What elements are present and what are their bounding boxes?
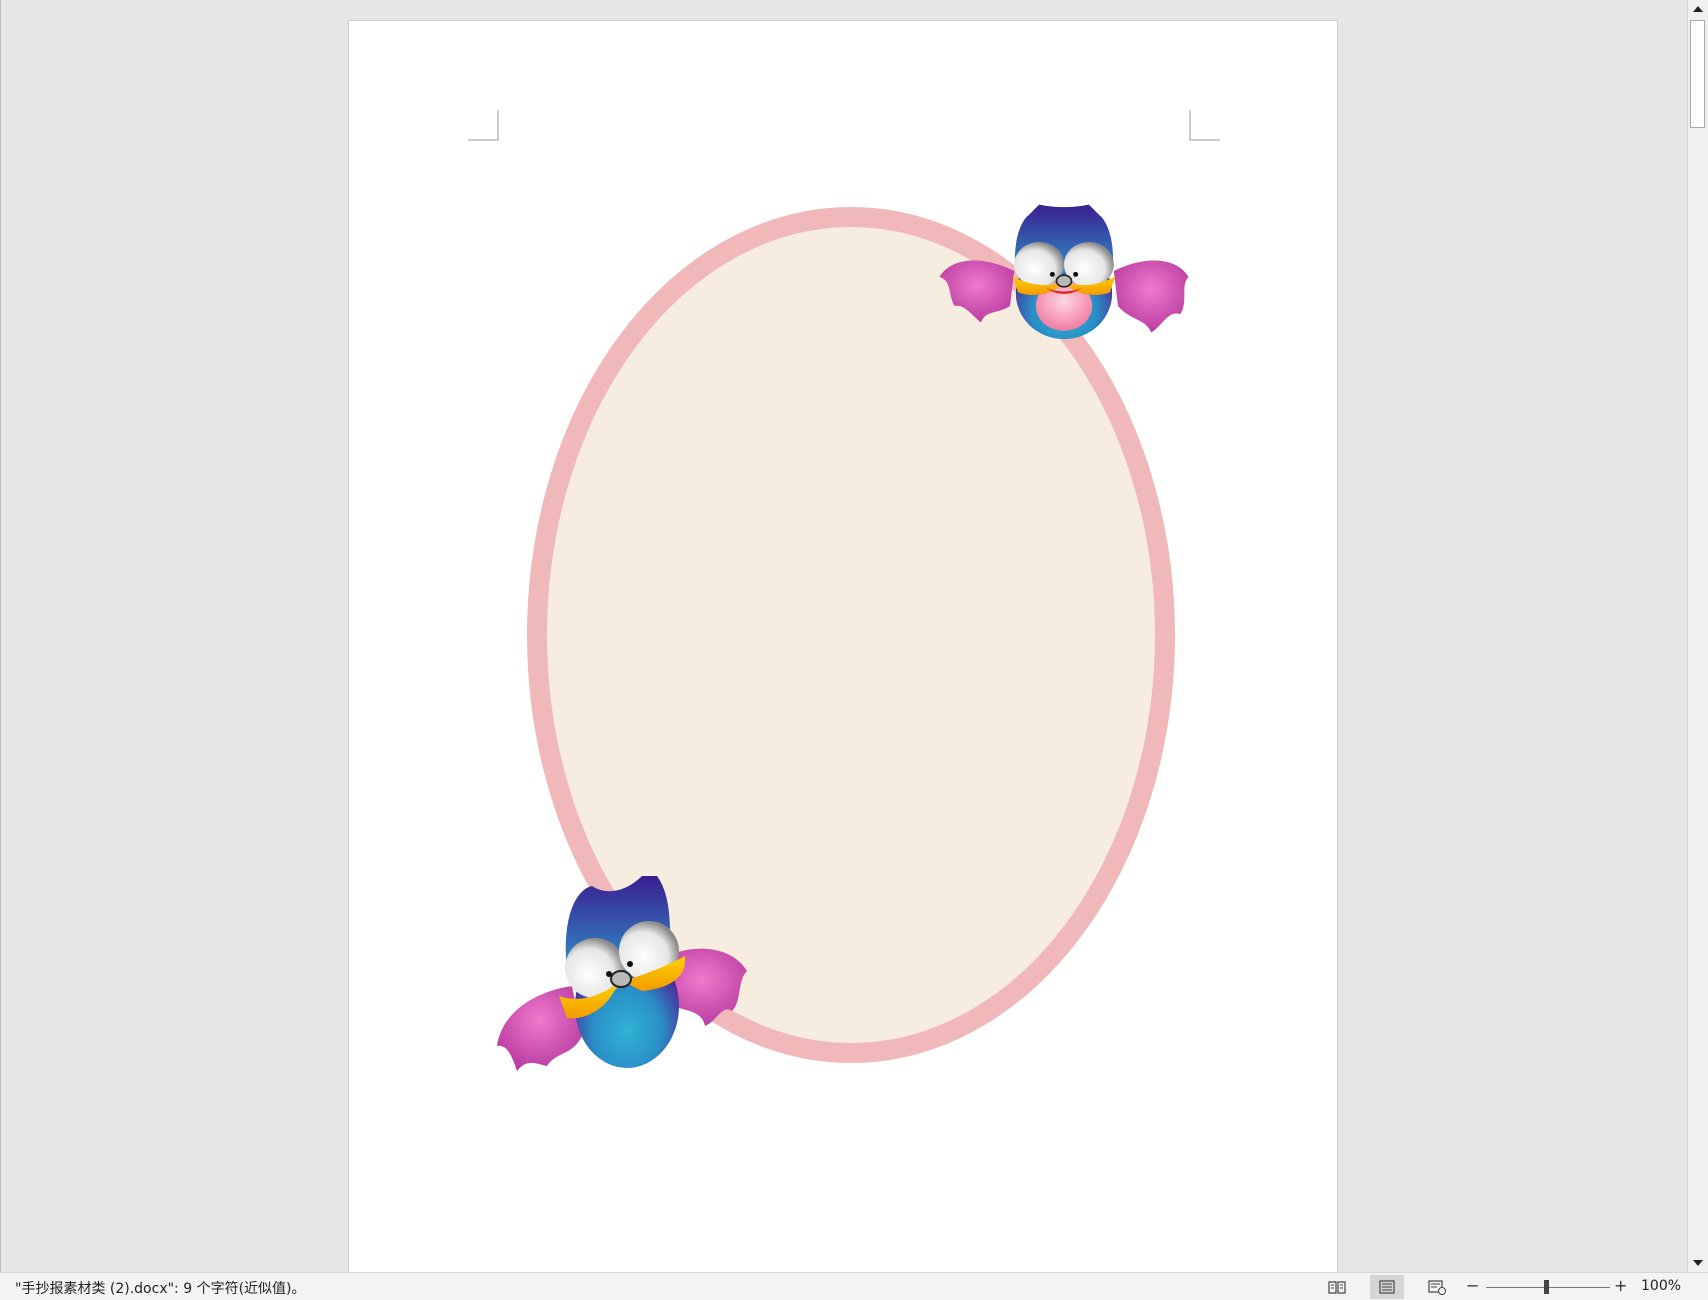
zoom-level[interactable]: 100% bbox=[1641, 1278, 1681, 1294]
arrow-up-icon bbox=[1693, 6, 1703, 12]
page-icon bbox=[1379, 1280, 1395, 1294]
read-mode-view-button[interactable] bbox=[1320, 1275, 1354, 1299]
workspace-left-edge bbox=[0, 0, 1, 1272]
scroll-thumb[interactable] bbox=[1690, 20, 1705, 128]
document-workspace bbox=[0, 0, 1687, 1272]
crop-mark-top-right bbox=[1189, 110, 1220, 141]
status-bar: "手抄报素材类 (2).docx": 9 个字符(近似值)。 − + 100% bbox=[0, 1272, 1708, 1300]
arrow-down-icon bbox=[1693, 1260, 1703, 1266]
vertical-scrollbar[interactable] bbox=[1687, 0, 1708, 1272]
scroll-up-button[interactable] bbox=[1688, 0, 1708, 18]
page-content bbox=[468, 110, 1220, 1071]
zoom-slider-thumb[interactable] bbox=[1544, 1280, 1549, 1294]
crop-mark-top-left bbox=[468, 110, 499, 141]
zoom-out-button[interactable]: − bbox=[1466, 1276, 1479, 1295]
document-stats[interactable]: "手抄报素材类 (2).docx": 9 个字符(近似值)。 bbox=[15, 1278, 306, 1298]
print-layout-view-button[interactable] bbox=[1370, 1275, 1404, 1299]
document-page[interactable] bbox=[348, 20, 1338, 1272]
scroll-down-button[interactable] bbox=[1688, 1254, 1708, 1272]
zoom-in-button[interactable]: + bbox=[1614, 1276, 1627, 1295]
web-page-icon bbox=[1428, 1280, 1447, 1295]
book-icon bbox=[1328, 1281, 1346, 1294]
web-layout-view-button[interactable] bbox=[1420, 1275, 1454, 1299]
